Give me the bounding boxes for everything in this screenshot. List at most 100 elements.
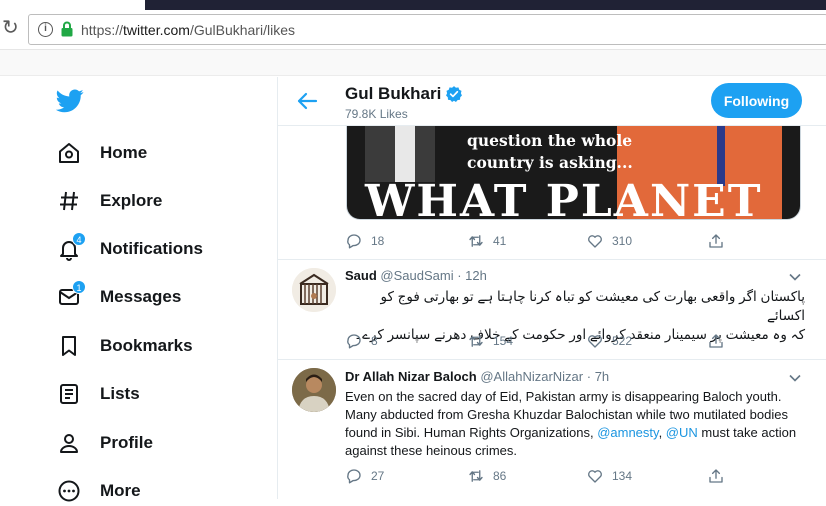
person-icon (56, 430, 82, 456)
profile-header: Gul Bukhari 79.8K Likes Following (278, 77, 826, 126)
tweet-divider (278, 359, 826, 360)
sidebar-item-notifications[interactable]: 4 Notifications (56, 232, 203, 264)
avatar[interactable] (292, 268, 336, 312)
sidebar-item-label: Home (100, 143, 148, 162)
url-scheme: https:// (81, 22, 124, 38)
bookmark-icon (56, 333, 82, 359)
tweet-time[interactable]: · 12h (457, 268, 487, 283)
tweet-text: Even on the sacred day of Eid, Pakistan … (345, 388, 805, 460)
tweet-text-line: پاکستان اگر واقعی بھارت کی معیشت کو تباہ… (380, 289, 805, 323)
url-text: https://twitter.com/GulBukhari/likes (81, 22, 295, 38)
reply-button[interactable]: 18 (345, 232, 384, 250)
chevron-down-icon[interactable] (788, 373, 802, 383)
retweet-icon (469, 470, 483, 482)
media-headline: WHAT PLANET (365, 176, 763, 220)
like-count: 310 (612, 234, 633, 248)
url-host: twitter.com (123, 22, 190, 38)
like-button[interactable]: 310 (586, 232, 632, 250)
main-timeline: Gul Bukhari 79.8K Likes Following questi… (277, 77, 826, 499)
sidebar: Home Explore 4 Notifications 1 Messages … (0, 77, 277, 502)
sidebar-item-label: Messages (100, 287, 182, 306)
sidebar-item-profile[interactable]: Profile (56, 428, 153, 458)
like-button[interactable]: 522 (586, 332, 632, 350)
reload-icon[interactable]: ↻ (2, 18, 22, 38)
address-bar[interactable]: i https://twitter.com/GulBukhari/likes (28, 14, 826, 45)
bookmarks-bar (0, 50, 826, 76)
reply-count: 8 (371, 334, 378, 348)
retweet-button[interactable]: 154 (467, 332, 513, 350)
retweet-button[interactable]: 41 (467, 232, 506, 250)
list-icon (56, 381, 82, 407)
sidebar-item-label: Profile (100, 433, 153, 452)
tweet-text-separator: , (658, 425, 666, 440)
chevron-down-icon[interactable] (788, 272, 802, 282)
share-button[interactable] (707, 467, 725, 485)
tweet-author-name[interactable]: Saud (345, 268, 377, 283)
notification-badge: 4 (72, 232, 86, 246)
like-button[interactable]: 134 (586, 467, 632, 485)
tab-strip-dark (145, 0, 826, 10)
home-icon (56, 140, 82, 166)
tweet-time[interactable]: · 7h (587, 369, 609, 384)
hashtag-icon (56, 188, 82, 214)
sidebar-item-bookmarks[interactable]: Bookmarks (56, 331, 193, 361)
mention-link[interactable]: @amnesty (597, 425, 658, 440)
sidebar-item-label: Lists (100, 384, 140, 403)
back-arrow-icon[interactable] (296, 91, 318, 111)
tweet-divider (278, 259, 826, 260)
tweet-author-handle[interactable]: @SaudSami (380, 268, 453, 283)
sidebar-item-label: More (100, 481, 141, 500)
tweet-actions: 18 41 310 (345, 232, 725, 250)
bell-icon: 4 (56, 232, 86, 262)
sidebar-item-more[interactable]: More (56, 476, 141, 506)
retweet-count: 86 (493, 469, 507, 483)
share-button[interactable] (707, 332, 725, 350)
mention-link[interactable]: @UN (666, 425, 698, 440)
retweet-icon (469, 335, 483, 347)
tweet-header: Saud @SaudSami · 12h (345, 268, 487, 283)
likes-count: 79.8K Likes (345, 107, 408, 121)
lock-icon (61, 21, 73, 37)
share-button[interactable] (707, 232, 725, 250)
twitter-logo-icon[interactable] (56, 89, 84, 113)
sidebar-item-label: Bookmarks (100, 336, 193, 355)
reply-button[interactable]: 8 (345, 332, 378, 350)
sidebar-item-explore[interactable]: Explore (56, 186, 162, 216)
heart-icon (588, 335, 602, 348)
tweet-author-name[interactable]: Dr Allah Nizar Baloch (345, 369, 477, 384)
like-count: 134 (612, 469, 633, 483)
avatar[interactable] (292, 368, 336, 412)
tweet-header: Dr Allah Nizar Baloch @AllahNizarNizar ·… (345, 369, 609, 384)
retweet-button[interactable]: 86 (467, 467, 506, 485)
site-info-icon[interactable]: i (38, 22, 53, 37)
sidebar-item-home[interactable]: Home (56, 138, 147, 168)
retweet-count: 154 (493, 334, 514, 348)
tweet-author-handle[interactable]: @AllahNizarNizar (480, 369, 583, 384)
sidebar-item-messages[interactable]: 1 Messages (56, 280, 182, 312)
share-icon (709, 334, 723, 348)
reply-icon (347, 334, 361, 349)
profile-name: Gul Bukhari (345, 84, 463, 104)
mail-icon: 1 (56, 280, 86, 310)
reply-button[interactable]: 27 (345, 467, 384, 485)
reply-count: 27 (371, 469, 385, 483)
media-caption-line: country is asking... (467, 153, 633, 172)
sidebar-item-lists[interactable]: Lists (56, 379, 140, 409)
messages-badge: 1 (72, 280, 86, 294)
media-caption-line: question the whole (467, 131, 633, 150)
reply-icon (347, 469, 361, 484)
heart-icon (588, 470, 602, 483)
sidebar-item-label: Notifications (100, 239, 203, 258)
profile-name-text: Gul Bukhari (345, 84, 442, 103)
heart-icon (588, 235, 602, 248)
tweet-media-image[interactable]: question the whole country is asking... … (346, 126, 801, 220)
following-button[interactable]: Following (711, 83, 802, 118)
share-icon (709, 469, 723, 483)
tweet-actions: 27 86 134 (345, 467, 725, 485)
reply-count: 18 (371, 234, 385, 248)
media-photo-person (365, 126, 435, 182)
share-icon (709, 234, 723, 248)
more-circle-icon (56, 478, 82, 504)
retweet-icon (469, 235, 483, 247)
cage-avatar-icon (292, 268, 336, 312)
